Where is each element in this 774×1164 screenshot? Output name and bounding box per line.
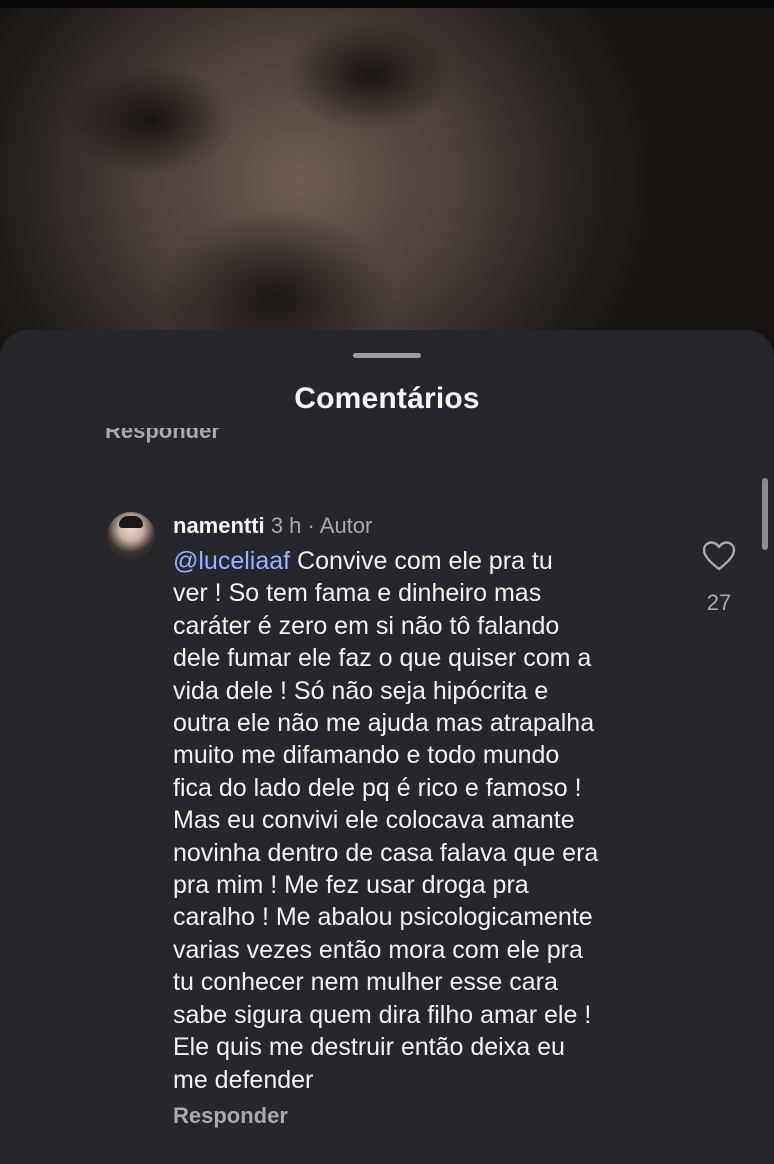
heart-icon (702, 541, 736, 571)
comment-line-text: Convive com ele pra tu (290, 547, 553, 575)
avatar[interactable] (107, 512, 155, 560)
like-button[interactable] (702, 540, 736, 572)
sheet-title: Comentários (294, 382, 480, 415)
sheet-drag-handle[interactable] (353, 353, 421, 358)
comment-line: muito me difamando e todo mundo (173, 741, 560, 770)
comment-line: Mas eu convivi ele colocava amante (173, 806, 575, 835)
comment-line: sabe sigura quem dira filho amar ele ! (173, 1000, 592, 1029)
comment-header: namentti 3 h · Autor (173, 513, 372, 539)
mention-link[interactable]: @luceliaaf (173, 547, 290, 575)
scrollbar[interactable] (762, 478, 768, 550)
comment-line: outra ele não me ajuda mas atrapalha (173, 709, 595, 738)
comment-line: pra mim ! Me fez usar droga pra (173, 871, 529, 900)
author-badge: Autor (319, 513, 373, 538)
comment-line: vida dele ! Só não seja hipócrita e (173, 676, 549, 705)
comment-line: dele fumar ele faz o que quiser com a (173, 644, 592, 673)
comment-text: @luceliaaf Convive com ele pra tu ver ! … (173, 545, 673, 1096)
comment-line: caralho ! Me abalou psicologicamente (173, 903, 593, 932)
comment-line: @luceliaaf Convive com ele pra tu (173, 545, 673, 577)
comment-line: novinha dentro de casa falava que era (173, 838, 599, 867)
comment-line: caráter é zero em si não tô falando (173, 611, 560, 640)
comments-sheet: Comentários Responder namentti 3 h · Aut… (0, 330, 774, 1164)
comment-line: varias vezes então mora com ele pra (173, 935, 583, 964)
like-count: 27 (706, 590, 732, 615)
comment-line: ver ! So tem fama e dinheiro mas (173, 579, 542, 608)
previous-reply-button[interactable]: Responder (105, 428, 220, 444)
comment-line: fica do lado dele pq é rico e famoso ! (173, 773, 582, 802)
screen: Comentários Responder namentti 3 h · Aut… (0, 0, 774, 1164)
comment-line: Ele quis me destruir então deixa eu (173, 1033, 565, 1062)
comment-username[interactable]: namentti (173, 513, 265, 538)
comment-line: me defender (173, 1065, 314, 1094)
comment-line: tu conhecer nem mulher esse cara (173, 968, 558, 997)
reply-button[interactable]: Responder (173, 1103, 288, 1129)
meta-separator: · (307, 513, 315, 538)
status-strip (0, 0, 774, 8)
comment-time: 3 h (270, 513, 302, 538)
